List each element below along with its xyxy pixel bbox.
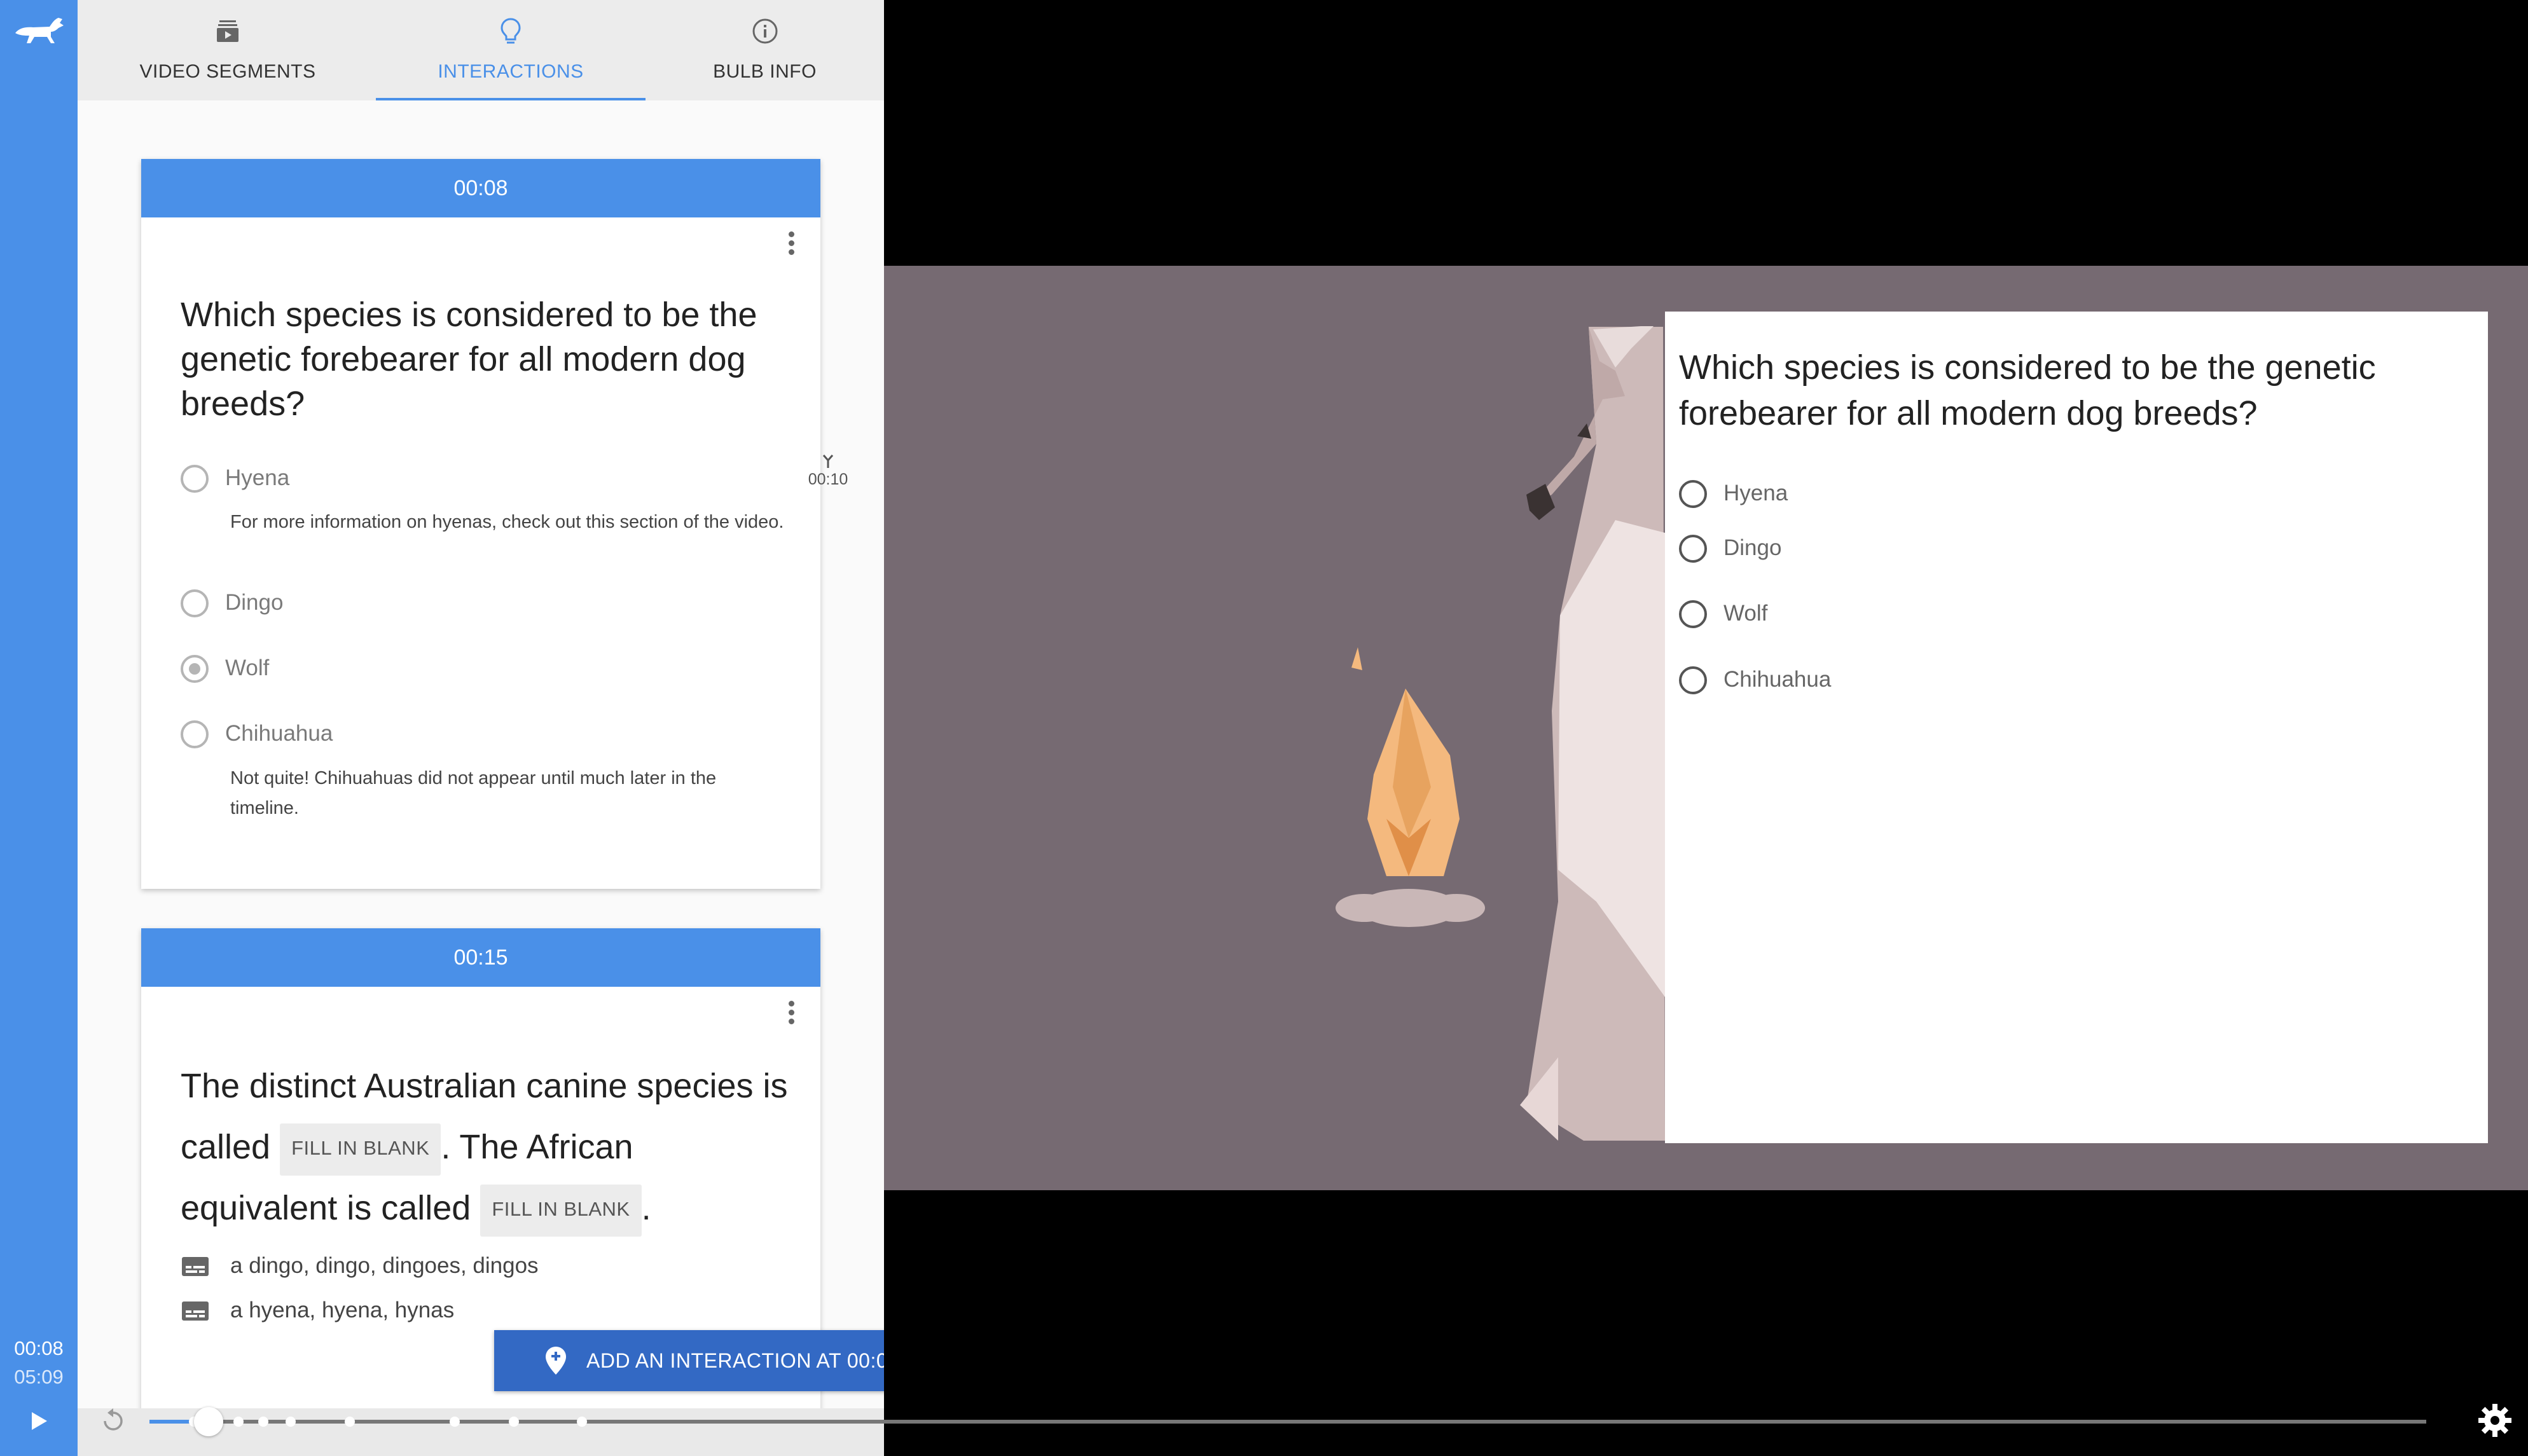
subtitles-icon [182, 1301, 209, 1321]
interaction-marker[interactable] [345, 1417, 356, 1427]
branch-time: 00:10 [808, 470, 848, 488]
radio-chihuahua[interactable] [181, 720, 209, 748]
question-text: The distinct Australian canine species i… [181, 1055, 791, 1239]
option-feedback: For more information on hyenas, check ou… [230, 512, 784, 532]
tab-video-segments[interactable]: VIDEO SEGMENTS [78, 0, 378, 100]
radio-hyena[interactable] [1679, 480, 1707, 508]
current-time: 00:08 [14, 1337, 64, 1359]
campfire-illustration [1336, 647, 1485, 927]
tab-bar: VIDEO SEGMENTS INTERACTIONS BULB INFO [78, 0, 884, 100]
video-frame: Which species is considered to be the ge… [884, 266, 2528, 1190]
fill-in-blank-field[interactable]: FILL IN BLANK [280, 1123, 441, 1176]
total-time: 05:09 [14, 1366, 64, 1388]
radio-chihuahua[interactable] [1679, 666, 1707, 694]
radio-dingo[interactable] [181, 589, 209, 617]
info-icon [752, 18, 777, 44]
tab-bulb-info[interactable]: BULB INFO [646, 0, 884, 100]
radio-wolf[interactable] [1679, 600, 1707, 628]
fill-in-blank-field[interactable]: FILL IN BLANK [480, 1184, 642, 1237]
radio-wolf[interactable] [181, 655, 209, 683]
radio-dingo[interactable] [1679, 535, 1707, 563]
interaction-marker[interactable] [449, 1417, 460, 1427]
more-options-icon[interactable] [787, 1001, 795, 1026]
tab-interactions[interactable]: INTERACTIONS [376, 0, 646, 100]
overlay-question-text: Which species is considered to be the ge… [1679, 348, 2376, 432]
branch-icon [822, 455, 834, 468]
interaction-marker[interactable] [285, 1417, 296, 1427]
question-overlay: Which species is considered to be the ge… [1665, 312, 2488, 1143]
restart-icon[interactable] [99, 1406, 128, 1436]
subtitles-icon [182, 1257, 209, 1276]
card-timestamp[interactable]: 00:15 [141, 928, 820, 987]
branch-indicator[interactable]: 00:10 [796, 451, 860, 489]
lightbulb-icon [501, 18, 521, 44]
map-pin-icon [546, 1347, 566, 1375]
interaction-marker[interactable] [233, 1417, 244, 1427]
add-interaction-button[interactable]: ADD AN INTERACTION AT 00:08 [494, 1330, 884, 1391]
timeline-scrubber[interactable] [194, 1407, 224, 1436]
dog-logo-icon[interactable] [13, 11, 65, 50]
option-feedback: Not quite! Chihuahuas did not appear unt… [230, 768, 717, 818]
interaction-marker[interactable] [508, 1417, 519, 1427]
interaction-marker[interactable] [258, 1417, 268, 1427]
radio-hyena[interactable] [181, 465, 209, 493]
more-options-icon[interactable] [787, 231, 795, 257]
video-segments-icon [217, 20, 238, 42]
video-player[interactable]: Which species is considered to be the ge… [884, 0, 2528, 1408]
interaction-card-multiple-choice: 00:08 Which species is considered to be … [141, 159, 848, 889]
left-rail: 00:08 05:09 [0, 0, 78, 1456]
timeline-track[interactable] [149, 1420, 2426, 1424]
wolf-illustration [1520, 326, 1665, 1141]
interactions-panel: VIDEO SEGMENTS INTERACTIONS BULB INFO 00… [78, 0, 884, 1408]
play-icon[interactable] [25, 1408, 51, 1434]
card-timestamp[interactable]: 00:08 [141, 159, 820, 217]
question-text: Which species is considered to be the ge… [181, 296, 757, 423]
gear-icon[interactable] [2476, 1401, 2514, 1439]
